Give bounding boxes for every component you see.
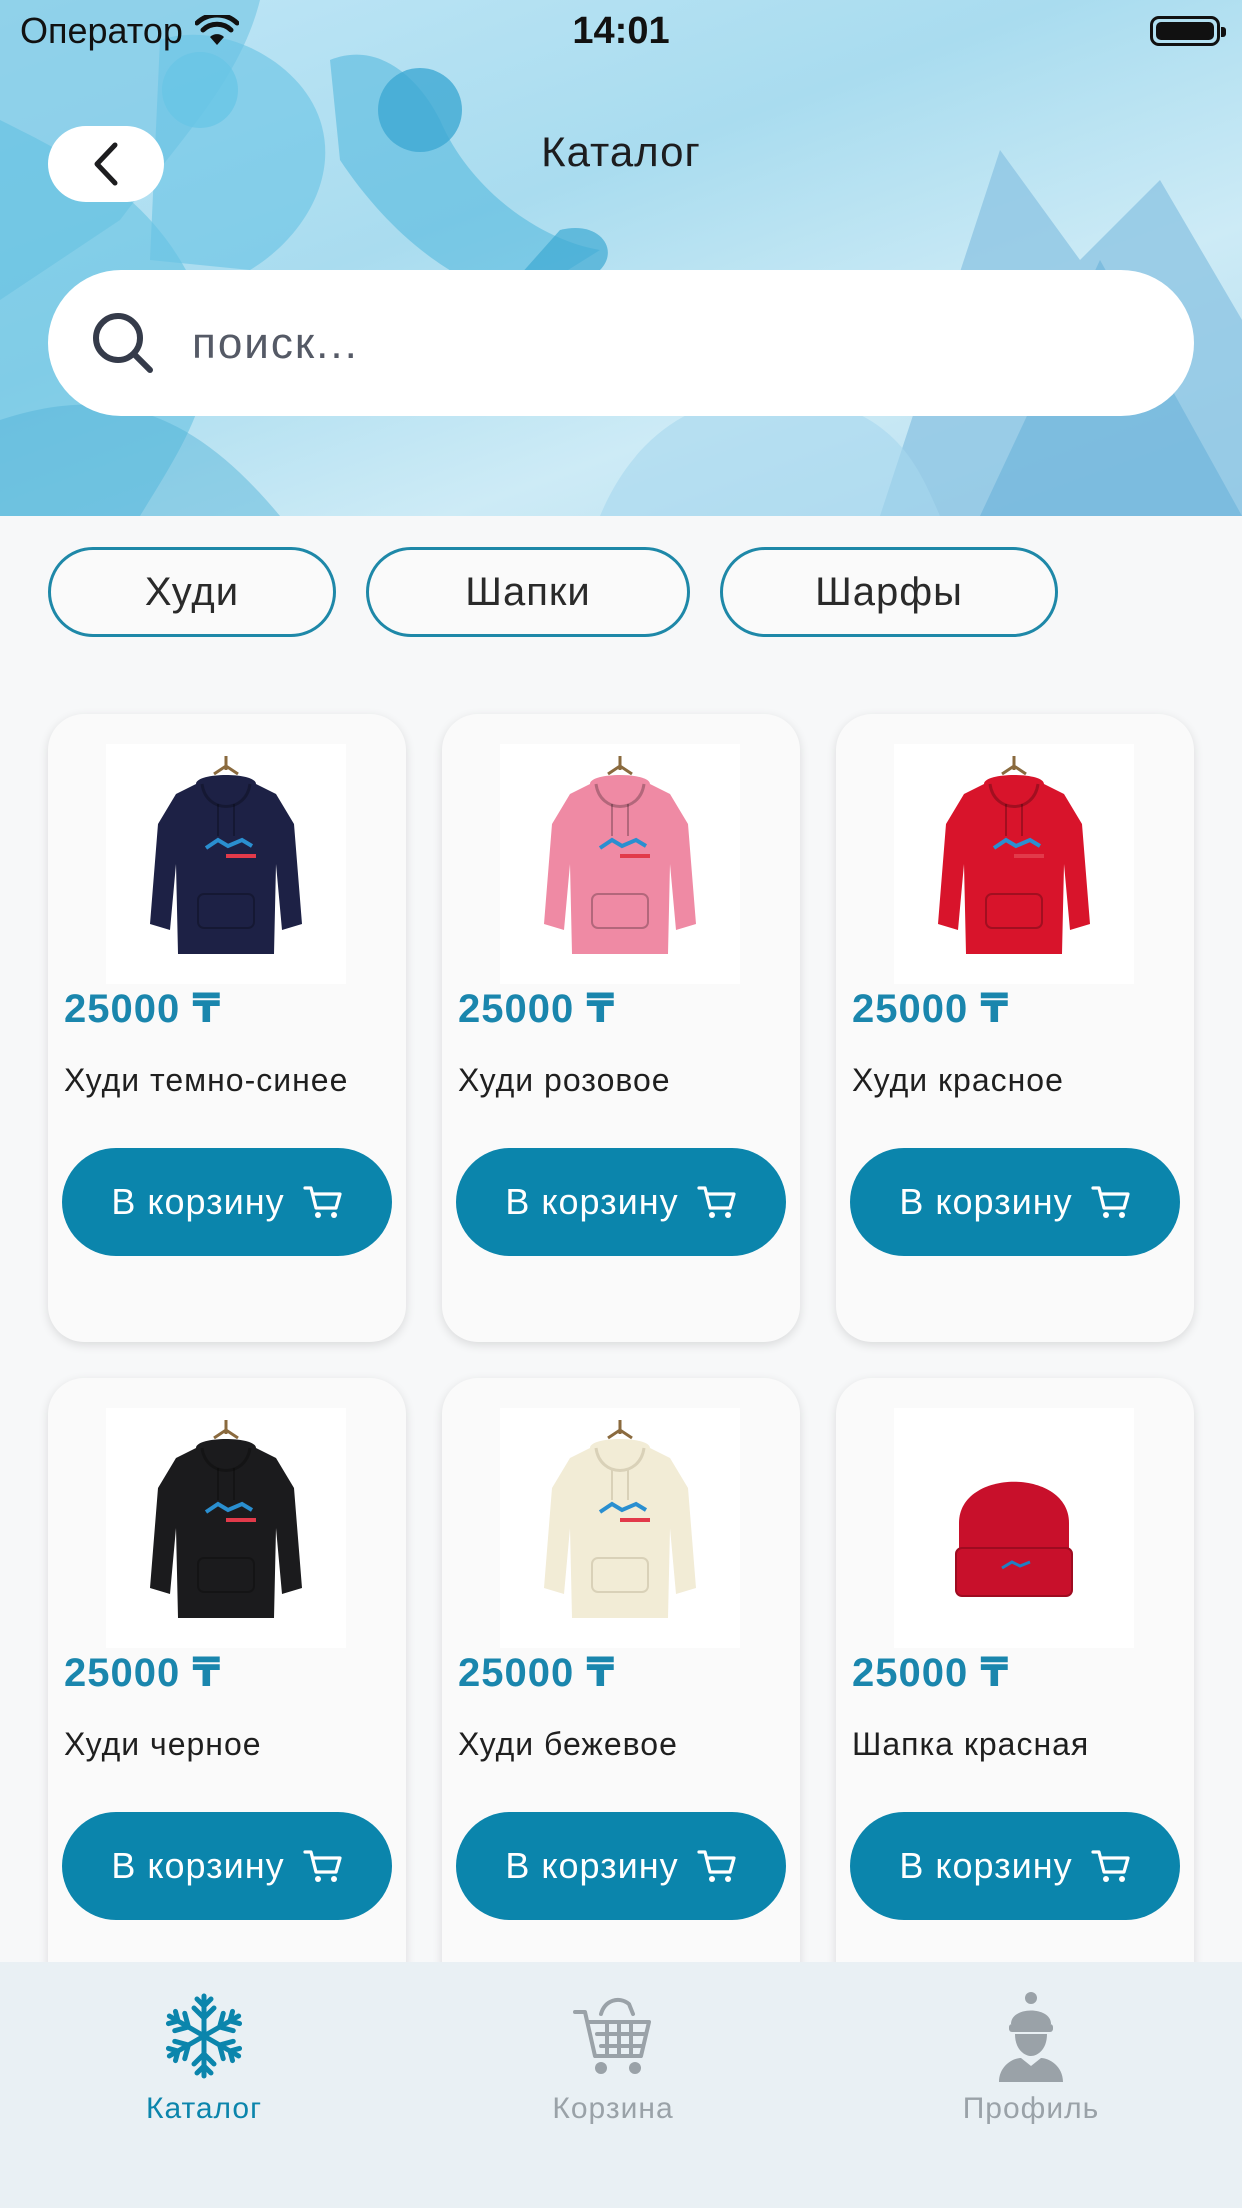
cart-icon (1091, 1850, 1130, 1882)
add-to-cart-label: В корзину (505, 1181, 679, 1222)
add-to-cart-button[interactable]: В корзину (456, 1812, 786, 1920)
add-to-cart-label: В корзину (505, 1845, 679, 1886)
tab-catalog[interactable]: Каталог (84, 1990, 324, 2150)
product-image (500, 744, 740, 984)
search-icon (93, 313, 153, 373)
product-photo-hoodie (150, 1420, 302, 1618)
status-bar: Оператор 14:01 (0, 0, 1242, 62)
product-image (894, 1408, 1134, 1648)
category-chip-hoodies[interactable]: Худи (48, 547, 336, 637)
product-card[interactable]: 25000 ₸ Худи темно-синее В корзину (48, 714, 406, 1342)
add-to-cart-button[interactable]: В корзину (62, 1812, 392, 1920)
product-name: Худи красное (852, 1062, 1064, 1098)
product-name: Худи бежевое (458, 1726, 678, 1762)
product-photo-hoodie (150, 756, 302, 954)
product-image (894, 744, 1134, 984)
product-name: Худи темно-синее (64, 1062, 349, 1098)
product-image (500, 1408, 740, 1648)
product-price: 25000 ₸ (852, 987, 1010, 1031)
product-name: Шапка красная (852, 1726, 1090, 1762)
product-card[interactable]: 25000 ₸ Худи бежевое В корзину (442, 1378, 800, 2006)
product-photo-hat (955, 1481, 1073, 1597)
add-to-cart-label: В корзину (899, 1845, 1073, 1886)
product-price: 25000 ₸ (64, 987, 222, 1031)
tab-label-cart: Корзина (552, 2092, 674, 2125)
add-to-cart-label: В корзину (111, 1845, 285, 1886)
add-to-cart-button[interactable]: В корзину (850, 1812, 1180, 1920)
add-to-cart-button[interactable]: В корзину (62, 1148, 392, 1256)
tab-label-profile: Профиль (962, 2092, 1100, 2125)
tab-profile[interactable]: Профиль (911, 1990, 1151, 2150)
snowflake-icon (162, 1993, 246, 2082)
category-chip-hats[interactable]: Шапки (366, 547, 690, 637)
category-chip-scarves[interactable]: Шарфы (720, 547, 1058, 637)
product-photo-hoodie (544, 1420, 696, 1618)
clock: 14:01 (572, 10, 670, 52)
product-price: 25000 ₸ (458, 987, 616, 1031)
product-price: 25000 ₸ (458, 1651, 616, 1695)
cart-icon (573, 1997, 651, 2074)
product-photo-hoodie (938, 756, 1090, 954)
product-image (106, 744, 346, 984)
product-price: 25000 ₸ (852, 1651, 1010, 1695)
product-card[interactable]: 25000 ₸ Шапка красная В корзину (836, 1378, 1194, 2006)
header-illustration (0, 0, 1242, 516)
tab-bar: Каталог Корзина Профиль (0, 1962, 1242, 2208)
product-card[interactable]: 25000 ₸ Худи розовое В корзину (442, 714, 800, 1342)
tab-cart[interactable]: Корзина (493, 1990, 733, 2150)
battery-icon (1150, 16, 1226, 46)
tab-label-catalog: Каталог (145, 2092, 263, 2125)
product-photo-hoodie (544, 756, 696, 954)
add-to-cart-label: В корзину (899, 1181, 1073, 1222)
cart-icon (303, 1186, 342, 1218)
add-to-cart-button[interactable]: В корзину (456, 1148, 786, 1256)
product-price: 25000 ₸ (64, 1651, 222, 1695)
page-title: Каталог (541, 128, 701, 175)
cart-icon (1091, 1186, 1130, 1218)
product-image (106, 1408, 346, 1648)
cart-icon (697, 1850, 736, 1882)
search-input[interactable] (190, 306, 1154, 382)
cart-icon (697, 1186, 736, 1218)
cart-icon (303, 1850, 342, 1882)
product-name: Худи черное (64, 1726, 262, 1762)
product-card[interactable]: 25000 ₸ Худи черное В корзину (48, 1378, 406, 2006)
product-name: Худи розовое (458, 1062, 671, 1098)
header-banner: Оператор 14:01 Каталог (0, 0, 1242, 516)
add-to-cart-button[interactable]: В корзину (850, 1148, 1180, 1256)
product-card[interactable]: 25000 ₸ Худи красное В корзину (836, 714, 1194, 1342)
person-icon (999, 1992, 1063, 2082)
add-to-cart-label: В корзину (111, 1181, 285, 1222)
search-bar[interactable] (48, 270, 1194, 416)
